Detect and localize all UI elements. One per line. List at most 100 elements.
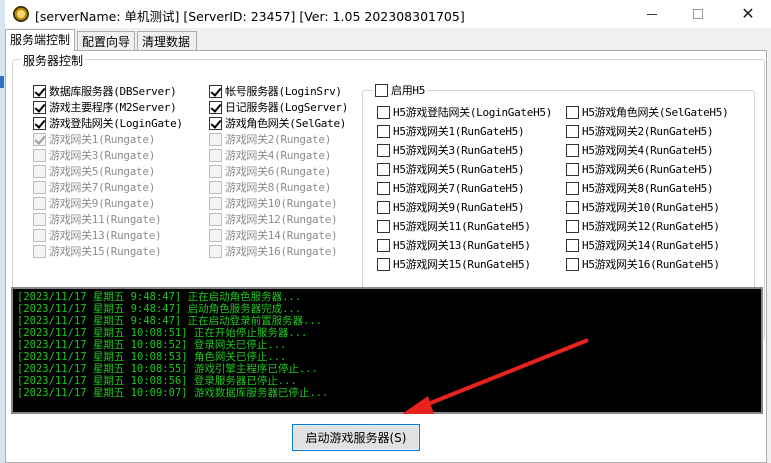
h5-checkbox-col2-2-label: H5游戏网关4(RunGateH5) [582, 144, 714, 157]
checkbox-box[interactable] [33, 116, 46, 130]
h5-checkbox-col1-6[interactable]: H5游戏网关11(RunGateH5) [377, 219, 531, 233]
start-server-button[interactable]: 启动游戏服务器(S) [292, 424, 420, 451]
server-checkbox-col2-10: 游戏网关16(Rungate) [209, 244, 338, 258]
maximize-icon [693, 9, 703, 19]
tab-config-wizard[interactable]: 配置向导 [77, 31, 135, 50]
checkbox-box[interactable] [566, 219, 579, 233]
h5-checkbox-col1-7[interactable]: H5游戏网关13(RunGateH5) [377, 238, 531, 252]
server-checkbox-col1-4-label: 游戏网关3(Rungate) [49, 149, 156, 162]
tab-server-control[interactable]: 服务端控制 [5, 29, 75, 51]
checkbox-box [209, 180, 222, 194]
h5-checkbox-col1-3[interactable]: H5游戏网关5(RunGateH5) [377, 162, 525, 176]
h5-checkbox-col2-2[interactable]: H5游戏网关4(RunGateH5) [566, 143, 714, 157]
checkbox-box[interactable] [377, 124, 390, 138]
h5-checkbox-col1-8[interactable]: H5游戏网关15(RunGateH5) [377, 257, 531, 271]
server-checkbox-col2-7-label: 游戏网关10(Rungate) [225, 197, 338, 210]
h5-checkbox-col2-8[interactable]: H5游戏网关16(RunGateH5) [566, 257, 720, 271]
checkbox-box[interactable] [375, 83, 388, 97]
checkbox-box[interactable] [377, 257, 390, 271]
h5-group: 启用H5 H5游戏登陆网关(LoginGateH5) H5游戏网关1(RunGat… [362, 83, 755, 292]
server-checkbox-col2-3-label: 游戏网关2(Rungate) [225, 133, 332, 146]
server-checkbox-col1-10-label: 游戏网关15(Rungate) [49, 245, 162, 258]
h5-checkbox-col2-5[interactable]: H5游戏网关10(RunGateH5) [566, 200, 720, 214]
checkbox-box[interactable] [377, 162, 390, 176]
checkbox-box[interactable] [377, 181, 390, 195]
h5-checkbox-col1-1[interactable]: H5游戏网关1(RunGateH5) [377, 124, 525, 138]
checkbox-box[interactable] [33, 100, 46, 114]
h5-checkbox-col2-6[interactable]: H5游戏网关12(RunGateH5) [566, 219, 720, 233]
checkbox-box[interactable] [566, 124, 579, 138]
checkbox-box[interactable] [377, 143, 390, 157]
h5-checkbox-col1-2-label: H5游戏网关3(RunGateH5) [393, 144, 525, 157]
server-checkbox-col2-5: 游戏网关6(Rungate) [209, 164, 331, 178]
checkbox-box[interactable] [209, 116, 222, 130]
server-checkbox-col1-0-label: 数据库服务器(DBServer) [49, 85, 177, 98]
h5-checkbox-col2-5-label: H5游戏网关10(RunGateH5) [582, 201, 720, 214]
server-checkbox-col2-2[interactable]: 游戏角色网关(SelGate) [209, 116, 346, 130]
checkbox-box[interactable] [566, 162, 579, 176]
h5-checkbox-col1-2[interactable]: H5游戏网关3(RunGateH5) [377, 143, 525, 157]
log-line: [2023/11/17 星期五 10:09:07] 游戏数据库服务器已停止... [17, 387, 329, 399]
log-line: [2023/11/17 星期五 9:48:47] 正在启动角色服务器... [17, 291, 302, 303]
minimize-button[interactable] [629, 0, 675, 28]
checkbox-box[interactable] [377, 200, 390, 214]
checkbox-box[interactable] [33, 84, 46, 98]
server-checkbox-col2-1[interactable]: 日记服务器(LogServer) [209, 100, 348, 114]
checkbox-box[interactable] [566, 105, 579, 119]
checkbox-box[interactable] [566, 200, 579, 214]
close-button[interactable]: ✕ [725, 0, 771, 28]
h5-checkbox-col1-5-label: H5游戏网关9(RunGateH5) [393, 201, 525, 214]
server-checkbox-col1-1[interactable]: 游戏主要程序(M2Server) [33, 100, 177, 114]
minimize-icon [647, 13, 657, 15]
server-checkbox-col2-5-label: 游戏网关6(Rungate) [225, 165, 332, 178]
server-checkbox-col1-0[interactable]: 数据库服务器(DBServer) [33, 84, 177, 98]
log-line: [2023/11/17 星期五 9:48:47] 正在启动登录前置服务器... [17, 315, 323, 327]
checkbox-box[interactable] [566, 181, 579, 195]
server-checkbox-col2-9-label: 游戏网关14(Rungate) [225, 229, 338, 242]
checkbox-box [209, 148, 222, 162]
checkbox-box [33, 196, 46, 210]
h5-checkbox-col2-1[interactable]: H5游戏网关2(RunGateH5) [566, 124, 714, 138]
tab-clean-data[interactable]: 清理数据 [137, 31, 197, 50]
h5-checkbox-col2-4[interactable]: H5游戏网关8(RunGateH5) [566, 181, 714, 195]
log-console[interactable]: [2023/11/17 星期五 9:48:47] 正在启动角色服务器... [20… [11, 287, 763, 414]
checkbox-box[interactable] [566, 257, 579, 271]
server-checkbox-col2-7: 游戏网关10(Rungate) [209, 196, 338, 210]
h5-checkbox-col2-0[interactable]: H5游戏角色网关(SelGateH5) [566, 105, 729, 119]
tab-panel: 服务器控制 数据库服务器(DBServer) 游戏主要程序(M2Server) 游戏… [5, 50, 767, 463]
server-checkbox-col2-6-label: 游戏网关8(Rungate) [225, 181, 332, 194]
log-line: [2023/11/17 星期五 10:08:53] 角色网关已停止... [17, 351, 287, 363]
server-checkbox-col1-8-label: 游戏网关11(Rungate) [49, 213, 162, 226]
server-checkbox-col1-2-label: 游戏登陆网关(LoginGate) [49, 117, 183, 130]
server-checkbox-col2-8: 游戏网关12(Rungate) [209, 212, 338, 226]
log-line: [2023/11/17 星期五 10:08:51] 正在开始停止服务器... [17, 327, 308, 339]
h5-checkbox-col2-7-label: H5游戏网关14(RunGateH5) [582, 239, 720, 252]
h5-enable-checkbox[interactable]: 启用H5 [375, 83, 425, 97]
h5-checkbox-col1-0[interactable]: H5游戏登陆网关(LoginGateH5) [377, 105, 552, 119]
checkbox-box[interactable] [377, 105, 390, 119]
checkbox-box[interactable] [377, 238, 390, 252]
server-checkbox-col1-2[interactable]: 游戏登陆网关(LoginGate) [33, 116, 183, 130]
checkbox-box[interactable] [209, 84, 222, 98]
maximize-button[interactable] [675, 0, 721, 28]
checkbox-box [33, 132, 46, 146]
server-checkbox-col2-4: 游戏网关4(Rungate) [209, 148, 331, 162]
h5-checkbox-col1-4[interactable]: H5游戏网关7(RunGateH5) [377, 181, 525, 195]
log-line: [2023/11/17 星期五 10:08:55] 游戏引擎主程序已停止... [17, 363, 318, 375]
checkbox-box [209, 212, 222, 226]
server-checkbox-col1-7-label: 游戏网关9(Rungate) [49, 197, 156, 210]
server-checkbox-col2-4-label: 游戏网关4(Rungate) [225, 149, 332, 162]
close-icon: ✕ [741, 4, 755, 23]
server-checkbox-col1-10: 游戏网关15(Rungate) [33, 244, 162, 258]
server-checkbox-col1-4: 游戏网关3(Rungate) [33, 148, 155, 162]
server-checkbox-col1-6-label: 游戏网关7(Rungate) [49, 181, 156, 194]
checkbox-box[interactable] [209, 100, 222, 114]
checkbox-box[interactable] [377, 219, 390, 233]
server-checkbox-col1-1-label: 游戏主要程序(M2Server) [49, 101, 177, 114]
checkbox-box[interactable] [566, 143, 579, 157]
server-checkbox-col2-0[interactable]: 帐号服务器(LoginSrv) [209, 84, 342, 98]
checkbox-box[interactable] [566, 238, 579, 252]
h5-checkbox-col2-7[interactable]: H5游戏网关14(RunGateH5) [566, 238, 720, 252]
h5-checkbox-col1-5[interactable]: H5游戏网关9(RunGateH5) [377, 200, 525, 214]
h5-checkbox-col2-3[interactable]: H5游戏网关6(RunGateH5) [566, 162, 714, 176]
